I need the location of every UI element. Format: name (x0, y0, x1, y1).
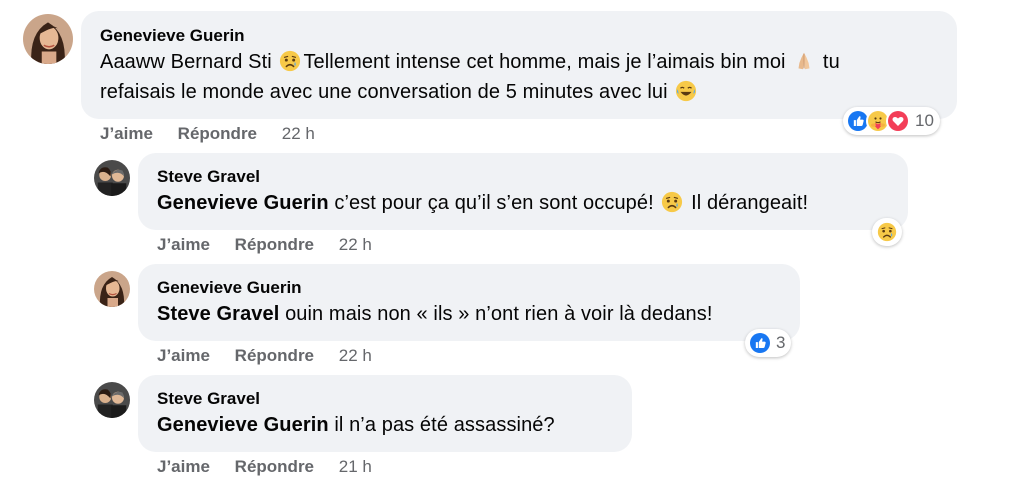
mention-link[interactable]: Genevieve Guerin (157, 414, 329, 436)
avatar-image (23, 14, 73, 64)
comment-timestamp[interactable]: 22 h (339, 235, 372, 255)
love-icon (886, 109, 910, 133)
laugh-emoji-icon (675, 80, 697, 102)
reaction-summary[interactable]: 10 (843, 107, 940, 135)
comment-text: Genevieve Guerin il n’a pas été assassin… (157, 410, 627, 440)
comment-author[interactable]: Genevieve Guerin (157, 278, 302, 298)
comment-timestamp[interactable]: 22 h (339, 346, 372, 366)
comment-text-part: Aaaww Bernard Sti (100, 51, 278, 73)
comment-text-part: il n’a pas été assassiné? (328, 414, 555, 436)
comment-text: Steve Gravel ouin mais non « ils » n’ont… (157, 299, 797, 329)
reaction-summary[interactable]: 3 (745, 329, 792, 357)
comment-author[interactable]: Genevieve Guerin (100, 26, 245, 46)
avatar[interactable] (94, 160, 130, 196)
avatar[interactable] (94, 382, 130, 418)
comment-timestamp[interactable]: 22 h (282, 124, 315, 144)
comment-actions: J’aime Répondre 22 h (157, 235, 372, 255)
avatar[interactable] (94, 271, 130, 307)
avatar[interactable] (23, 14, 73, 64)
comment-text-part: c’est pour ça qu’il s’en sont occupé! (328, 192, 660, 214)
comment-actions: J’aime Répondre 22 h (157, 346, 372, 366)
reply-button[interactable]: Répondre (235, 346, 314, 366)
reaction-count: 10 (915, 111, 934, 130)
comment-author[interactable]: Steve Gravel (157, 167, 260, 187)
reaction-summary[interactable] (872, 218, 902, 246)
like-icon (748, 331, 772, 355)
comment-text: Aaaww Bernard Sti Tellement intense cet … (100, 47, 950, 107)
comment-text-part: tu (817, 51, 840, 73)
reply-button[interactable]: Répondre (235, 457, 314, 477)
avatar-image (94, 382, 130, 418)
comment-text-part: Tellement intense cet homme, mais je l’a… (303, 51, 792, 73)
comment-text: Genevieve Guerin c’est pour ça qu’il s’e… (157, 188, 917, 218)
like-button[interactable]: J’aime (157, 235, 210, 255)
reaction-count: 3 (776, 333, 786, 352)
comment-text-part: ouin mais non « ils » n’ont rien à voir … (279, 303, 713, 325)
mention-link[interactable]: Steve Gravel (157, 303, 279, 325)
avatar-image (94, 271, 130, 307)
pray-emoji-icon (793, 50, 815, 72)
comment-author[interactable]: Steve Gravel (157, 389, 260, 409)
like-button[interactable]: J’aime (157, 457, 210, 477)
reply-button[interactable]: Répondre (178, 124, 257, 144)
avatar-image (94, 160, 130, 196)
comment-actions: J’aime Répondre 22 h (100, 124, 315, 144)
like-button[interactable]: J’aime (100, 124, 153, 144)
comment-text-part: refaisais le monde avec une conversation… (100, 81, 674, 103)
like-button[interactable]: J’aime (157, 346, 210, 366)
sad-icon (875, 220, 899, 244)
comment-timestamp[interactable]: 21 h (339, 457, 372, 477)
reply-button[interactable]: Répondre (235, 235, 314, 255)
comment-text-part: Il dérangeait! (685, 192, 809, 214)
sad-emoji-icon (661, 191, 683, 213)
mention-link[interactable]: Genevieve Guerin (157, 192, 329, 214)
sad-emoji-icon (279, 50, 301, 72)
comment-actions: J’aime Répondre 21 h (157, 457, 372, 477)
